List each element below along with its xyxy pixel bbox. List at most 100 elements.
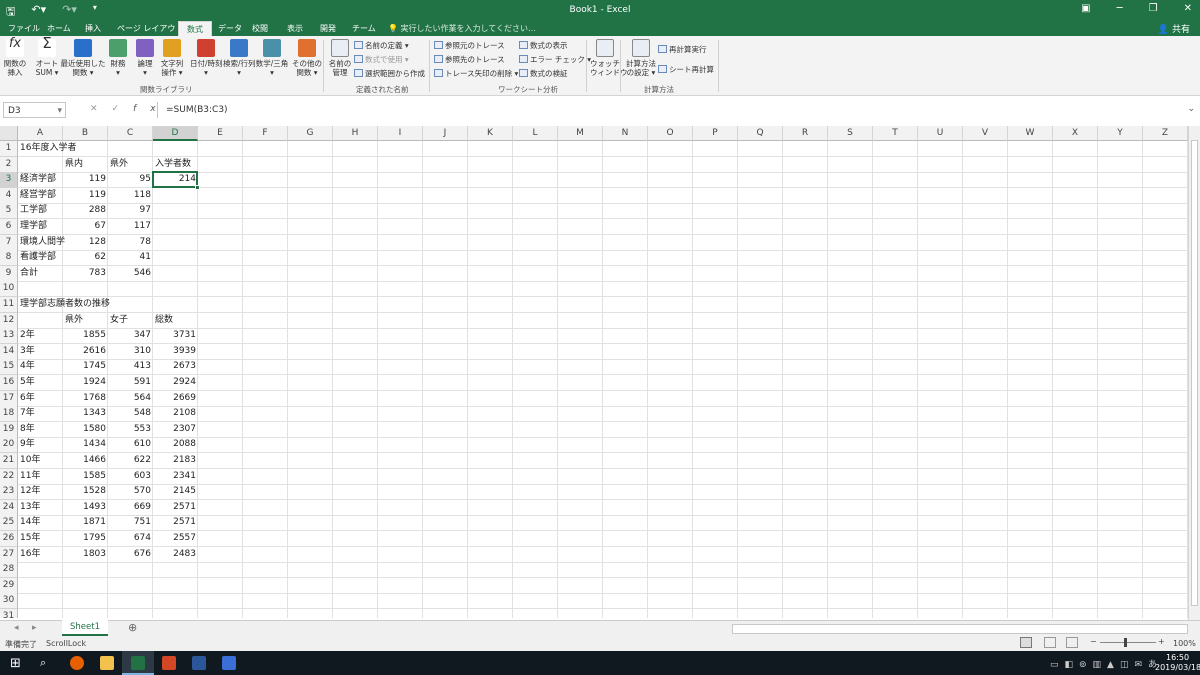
cell-D2[interactable]: 入学者数 xyxy=(153,157,198,172)
ribbon-display-options-icon[interactable]: ▣ xyxy=(1081,3,1090,14)
page-break-view-icon[interactable] xyxy=(1066,637,1078,648)
cell-D24[interactable]: 2571 xyxy=(153,500,198,515)
cell-B18[interactable]: 1343 xyxy=(63,406,108,421)
cell-C5[interactable]: 97 xyxy=(108,203,153,218)
cell-A14[interactable]: 3年 xyxy=(18,344,63,359)
cell-A8[interactable]: 看護学部 xyxy=(18,250,63,265)
cell-B20[interactable]: 1434 xyxy=(63,437,108,452)
cell-C27[interactable]: 676 xyxy=(108,547,153,562)
column-header-K[interactable]: K xyxy=(468,126,513,141)
cell-A21[interactable]: 10年 xyxy=(18,453,63,468)
cell-C6[interactable]: 117 xyxy=(108,219,153,234)
cell-B4[interactable]: 119 xyxy=(63,188,108,203)
cell-A23[interactable]: 12年 xyxy=(18,484,63,499)
cell-D20[interactable]: 2088 xyxy=(153,437,198,452)
cell-D19[interactable]: 2307 xyxy=(153,422,198,437)
column-header-F[interactable]: F xyxy=(243,126,288,141)
fill-handle[interactable] xyxy=(195,185,200,190)
row-header-7[interactable]: 7 xyxy=(0,235,18,251)
ribbon-btn-4[interactable]: 論理 ▾ xyxy=(133,39,157,77)
cell-C3[interactable]: 95 xyxy=(108,172,153,187)
system-tray-icons[interactable]: ▭◧⊚▥▲◫✉あ xyxy=(1050,657,1163,670)
row-header-3[interactable]: 3 xyxy=(0,172,18,188)
column-header-C[interactable]: C xyxy=(108,126,153,141)
ribbon-small-btn-9[interactable]: 再計算実行 xyxy=(658,44,707,55)
row-header-30[interactable]: 30 xyxy=(0,593,18,609)
row-header-31[interactable]: 31 xyxy=(0,609,18,618)
cell-B9[interactable]: 783 xyxy=(63,266,108,281)
ribbon-btn-3[interactable]: 財務 ▾ xyxy=(106,39,130,77)
column-header-Z[interactable]: Z xyxy=(1143,126,1188,141)
column-header-T[interactable]: T xyxy=(873,126,918,141)
app-icon[interactable] xyxy=(222,656,236,670)
cell-A6[interactable]: 理学部 xyxy=(18,219,63,234)
share-button[interactable]: 👤 共有 xyxy=(1158,22,1190,35)
ribbon-small-btn-2[interactable]: 選択範囲から作成 xyxy=(354,68,425,79)
cell-C20[interactable]: 610 xyxy=(108,437,153,452)
row-header-16[interactable]: 16 xyxy=(0,375,18,391)
file-explorer-icon[interactable] xyxy=(100,656,114,670)
cell-C14[interactable]: 310 xyxy=(108,344,153,359)
column-header-G[interactable]: G xyxy=(288,126,333,141)
cell-D26[interactable]: 2557 xyxy=(153,531,198,546)
cell-B12[interactable]: 県外 xyxy=(63,313,108,328)
ribbon-btn-7[interactable]: 検索/行列 ▾ xyxy=(223,39,256,77)
cell-B3[interactable]: 119 xyxy=(63,172,108,187)
zoom-slider[interactable] xyxy=(1100,642,1156,643)
row-header-2[interactable]: 2 xyxy=(0,157,18,173)
ribbon-btn-5[interactable]: 文字列 操作 ▾ xyxy=(158,39,186,77)
cell-B2[interactable]: 県内 xyxy=(63,157,108,172)
clock-time[interactable]: 16:50 xyxy=(1166,653,1189,662)
tab-8[interactable]: 開発 xyxy=(320,23,336,34)
tab-4[interactable]: 数式 xyxy=(178,21,212,36)
cell-A15[interactable]: 4年 xyxy=(18,359,63,374)
restore-button[interactable]: ❐ xyxy=(1149,3,1158,14)
cell-B6[interactable]: 67 xyxy=(63,219,108,234)
ribbon-small-btn-1[interactable]: 数式で使用 ▾ xyxy=(354,54,409,65)
ribbon-btn-0[interactable]: fx 関数の 挿入 xyxy=(2,37,28,77)
cell-B22[interactable]: 1585 xyxy=(63,469,108,484)
row-header-17[interactable]: 17 xyxy=(0,391,18,407)
ribbon-small-btn-10[interactable]: シート再計算 xyxy=(658,64,714,75)
row-header-1[interactable]: 1 xyxy=(0,141,18,157)
next-sheet-icon[interactable]: ▸ xyxy=(32,623,37,633)
ribbon-small-btn-8[interactable]: 数式の検証 xyxy=(519,68,568,79)
ribbon-small-btn-0[interactable]: 名前の定義 ▾ xyxy=(354,40,409,51)
column-header-H[interactable]: H xyxy=(333,126,378,141)
cell-B7[interactable]: 128 xyxy=(63,235,108,250)
cell-A20[interactable]: 9年 xyxy=(18,437,63,452)
cell-A25[interactable]: 14年 xyxy=(18,515,63,530)
ribbon-small-btn-4[interactable]: 参照先のトレース xyxy=(434,54,505,65)
row-header-25[interactable]: 25 xyxy=(0,515,18,531)
ribbon-btn-11[interactable]: ウォッチ ウィンドウ xyxy=(590,39,628,77)
row-header-18[interactable]: 18 xyxy=(0,406,18,422)
cell-C18[interactable]: 548 xyxy=(108,406,153,421)
start-windows-icon[interactable]: ⊞ xyxy=(10,656,21,671)
cell-B19[interactable]: 1580 xyxy=(63,422,108,437)
word-icon[interactable] xyxy=(192,656,206,670)
cell-A13[interactable]: 2年 xyxy=(18,328,63,343)
minimize-button[interactable]: ─ xyxy=(1117,3,1123,14)
cell-C25[interactable]: 751 xyxy=(108,515,153,530)
ribbon-btn-12[interactable]: 計算方法 の設定 ▾ xyxy=(624,39,658,77)
row-header-10[interactable]: 10 xyxy=(0,281,18,297)
cell-D12[interactable]: 総数 xyxy=(153,313,198,328)
cell-B27[interactable]: 1803 xyxy=(63,547,108,562)
cell-B5[interactable]: 288 xyxy=(63,203,108,218)
cell-C21[interactable]: 622 xyxy=(108,453,153,468)
column-header-X[interactable]: X xyxy=(1053,126,1098,141)
column-header-O[interactable]: O xyxy=(648,126,693,141)
column-header-Q[interactable]: Q xyxy=(738,126,783,141)
cell-B17[interactable]: 1768 xyxy=(63,391,108,406)
cell-A11[interactable]: 理学部志願者数の推移 xyxy=(18,297,110,312)
ribbon-btn-2[interactable]: 最近使用した 関数 ▾ xyxy=(60,39,106,77)
ribbon-small-btn-3[interactable]: 参照元のトレース xyxy=(434,40,505,51)
cell-B25[interactable]: 1871 xyxy=(63,515,108,530)
row-header-21[interactable]: 21 xyxy=(0,453,18,469)
page-layout-view-icon[interactable] xyxy=(1044,637,1056,648)
ribbon-small-btn-5[interactable]: トレース矢印の削除 ▾ xyxy=(434,68,518,79)
cell-C4[interactable]: 118 xyxy=(108,188,153,203)
zoom-slider-thumb[interactable] xyxy=(1124,638,1127,647)
sheet-tab[interactable]: Sheet1 xyxy=(62,620,108,636)
column-header-N[interactable]: N xyxy=(603,126,648,141)
